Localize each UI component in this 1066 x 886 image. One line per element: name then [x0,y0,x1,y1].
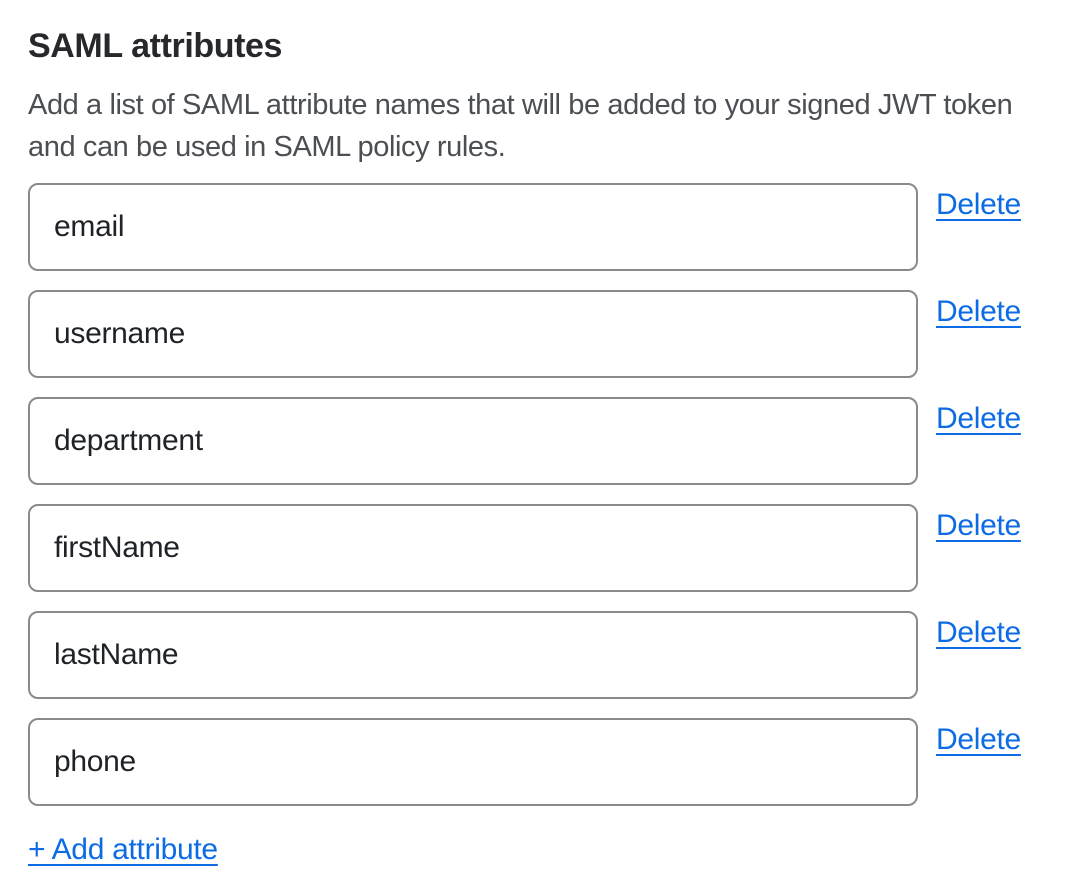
section-title: SAML attributes [28,24,1026,68]
attribute-row: Delete [28,611,1026,699]
attribute-row: Delete [28,397,1026,485]
attribute-list: Delete Delete Delete Delete Delete Delet… [28,183,1026,806]
attribute-input[interactable] [28,290,918,378]
attribute-row: Delete [28,718,1026,806]
attribute-row: Delete [28,290,1026,378]
delete-attribute-link[interactable]: Delete [936,722,1021,758]
delete-attribute-link[interactable]: Delete [936,401,1021,437]
delete-attribute-link[interactable]: Delete [936,615,1021,651]
attribute-row: Delete [28,183,1026,271]
attribute-input[interactable] [28,397,918,485]
delete-attribute-link[interactable]: Delete [936,187,1021,223]
attribute-input[interactable] [28,611,918,699]
attribute-row: Delete [28,504,1026,592]
delete-attribute-link[interactable]: Delete [936,294,1021,330]
section-description: Add a list of SAML attribute names that … [28,84,1026,168]
delete-attribute-link[interactable]: Delete [936,508,1021,544]
attribute-input[interactable] [28,718,918,806]
attribute-input[interactable] [28,183,918,271]
saml-attributes-section: SAML attributes Add a list of SAML attri… [0,0,1066,886]
add-attribute-link[interactable]: + Add attribute [28,831,218,869]
attribute-input[interactable] [28,504,918,592]
